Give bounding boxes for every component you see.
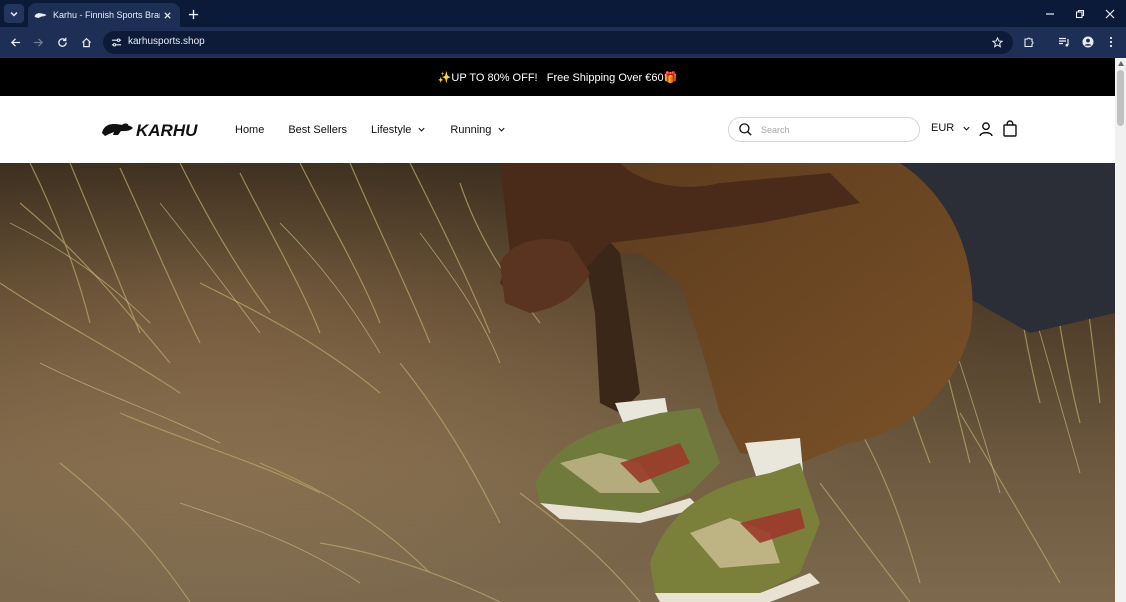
chevron-down-icon [10,11,18,17]
account-icon[interactable] [978,121,994,137]
back-button[interactable] [7,34,23,50]
main-navigation: Home Best Sellers Lifestyle Running [235,96,530,163]
nav-item-label: Home [235,123,265,136]
window-close-button[interactable] [1102,6,1118,22]
nav-item-lifestyle[interactable]: Lifestyle [371,124,426,136]
playlist-icon [1059,37,1069,47]
profile-button[interactable] [1080,34,1096,50]
nav-item-label: Running [450,123,492,136]
reload-icon [57,37,67,47]
currency-selector[interactable]: EUR [931,122,971,134]
scrollbar-thumb[interactable] [1117,70,1124,126]
url-text: karhusports.shop [128,36,205,47]
tune-icon [111,38,122,47]
bookmark-button[interactable] [990,35,1005,50]
caret-up-icon [1117,61,1124,66]
page-viewport: ✨UP TO 80% OFF! Free Shipping Over €60🎁 … [0,58,1126,602]
close-icon [1105,9,1115,19]
person-icon [1082,36,1094,48]
minimize-icon [1046,13,1054,15]
browser-tab-active[interactable]: Karhu - Finnish Sports Brand - ... [28,3,180,27]
plus-icon [188,9,198,19]
close-icon [163,11,171,19]
currency-value: EUR [931,122,955,134]
nav-item-best-sellers[interactable]: Best Sellers [288,124,347,136]
announcement-bar: ✨UP TO 80% OFF! Free Shipping Over €60🎁 [0,58,1115,96]
reload-button[interactable] [54,34,70,50]
nav-item-home[interactable]: Home [235,124,264,136]
page-scrollbar[interactable] [1115,58,1126,602]
chevron-down-icon [417,125,426,134]
search-icon[interactable] [738,122,753,137]
home-icon [81,37,91,47]
star-icon [992,37,1003,48]
nav-item-running[interactable]: Running [450,124,506,136]
site-header: KARHU Home Best Sellers Lifestyle Runnin… [0,96,1115,163]
arrow-right-icon [33,37,43,47]
browser-menu-button[interactable] [1103,34,1119,50]
announcement-text: ✨UP TO 80% OFF! Free Shipping Over €60🎁 [437,71,678,84]
nav-item-label: Lifestyle [371,123,412,136]
extensions-button[interactable] [1021,34,1037,50]
media-controls-button[interactable] [1056,34,1072,50]
scroll-up-button[interactable] [1115,58,1126,69]
forward-button[interactable] [30,34,46,50]
hero-photo [0,163,1115,602]
restore-button[interactable] [1072,6,1088,22]
logo-wordmark: KARHU [136,121,198,140]
hero-banner[interactable] [0,163,1115,602]
nav-item-label: Best Sellers [288,123,348,136]
new-tab-button[interactable] [185,6,201,22]
home-button[interactable] [78,34,94,50]
karhu-favicon-icon [34,12,47,18]
puzzle-icon [1024,37,1034,48]
arrow-left-icon [10,37,20,47]
browser-tab-strip: Karhu - Finnish Sports Brand - ... [0,0,1126,27]
karhu-logo-link[interactable]: KARHU [101,119,213,141]
tab-title: Karhu - Finnish Sports Brand - ... [53,10,160,20]
tab-search-button[interactable] [4,4,24,23]
more-vertical-icon [1109,36,1113,48]
shopping-bag-icon[interactable] [1002,120,1018,137]
site-info-button[interactable] [109,35,124,50]
search-box [728,117,920,142]
chevron-down-icon [497,125,506,134]
browser-toolbar: karhusports.shop [0,27,1126,58]
chevron-down-icon [962,124,971,133]
address-bar[interactable]: karhusports.shop [103,31,1013,54]
karhu-logo-icon: KARHU [102,121,198,140]
restore-icon [1075,9,1085,19]
search-input[interactable] [761,121,911,138]
minimize-button[interactable] [1042,6,1058,22]
tab-close-button[interactable] [160,8,174,22]
